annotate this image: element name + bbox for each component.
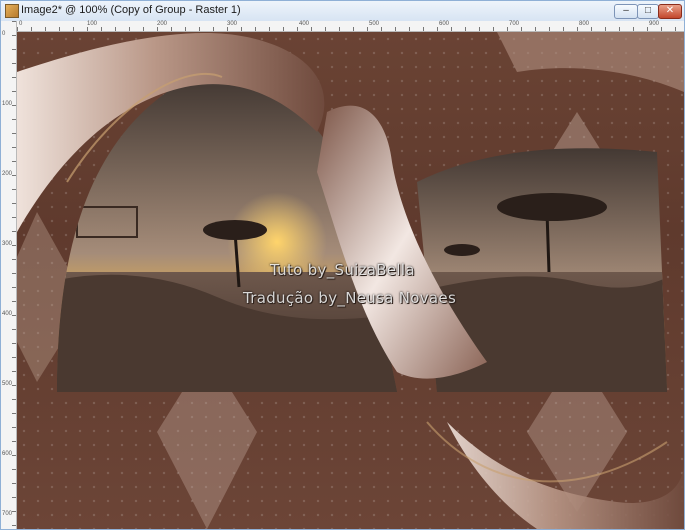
ruler-tick-label: 600: [2, 451, 13, 457]
ruler-tick-label: 600: [439, 21, 450, 27]
image-window: Image2* @ 100% (Copy of Group - Raster 1…: [0, 0, 685, 530]
ruler-tick-label: 0: [19, 21, 23, 27]
maximize-button[interactable]: □: [637, 4, 659, 19]
ruler-tick-label: 400: [2, 311, 13, 317]
ruler-tick-label: 700: [2, 511, 13, 517]
ruler-tick-label: 100: [2, 101, 13, 107]
vertical-ruler: 0 100 200 300 400 500 600 700: [1, 21, 17, 529]
watermark-line-2: Tradução by_Neusa Novaes: [243, 289, 457, 307]
ruler-tick-label: 300: [227, 21, 238, 27]
ruler-tick-label: 800: [579, 21, 590, 27]
minimize-button[interactable]: –: [614, 4, 638, 19]
image-canvas[interactable]: Tuto by_SuizaBella Tradução by_Neusa Nov…: [17, 32, 684, 529]
ruler-tick-label: 200: [2, 171, 13, 177]
close-button[interactable]: ✕: [658, 4, 682, 19]
ruler-tick-label: 900: [649, 21, 660, 27]
app-icon: [5, 4, 19, 18]
ruler-tick-label: 400: [299, 21, 310, 27]
ruler-tick-label: 300: [2, 241, 13, 247]
watermark-line-1: Tuto by_SuizaBella: [270, 261, 415, 279]
window-title: Image2* @ 100% (Copy of Group - Raster 1…: [21, 4, 241, 16]
ruler-tick-label: 0: [2, 31, 6, 37]
ruler-tick-label: 500: [2, 381, 13, 387]
ruler-tick-label: 100: [87, 21, 98, 27]
ruler-tick-label: 500: [369, 21, 380, 27]
title-bar[interactable]: Image2* @ 100% (Copy of Group - Raster 1…: [1, 1, 684, 21]
ruler-tick-label: 200: [157, 21, 168, 27]
ruler-tick-label: 700: [509, 21, 520, 27]
ribbon-top-right: [497, 32, 684, 92]
horizontal-ruler: 0 100 200 300 400 500 600 700 800 900: [17, 21, 684, 32]
artwork: [17, 32, 684, 529]
